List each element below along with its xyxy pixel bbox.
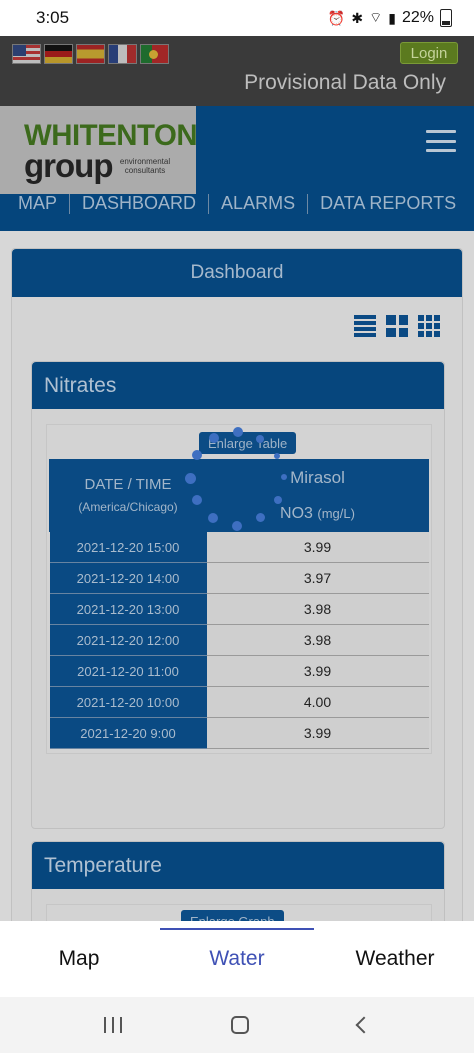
battery-icon (440, 9, 452, 27)
table-row: 2021-12-20 9:00 3.99 (49, 717, 429, 749)
time-cell: 2021-12-20 14:00 (49, 562, 207, 594)
logo-line2: group (24, 147, 113, 184)
unit-label: (mg/L) (317, 505, 355, 521)
time-cell: 2021-12-20 12:00 (49, 624, 207, 656)
table-row: 2021-12-20 12:00 3.98 (49, 624, 429, 656)
table-row: 2021-12-20 13:00 3.98 (49, 593, 429, 625)
status-icons: ⏰ ✱ ⌔ ▮ 22% (328, 9, 452, 27)
view-toggle (354, 315, 440, 337)
us-flag-icon[interactable] (12, 44, 41, 64)
time-cell: 2021-12-20 9:00 (49, 717, 207, 749)
list-view-icon[interactable] (354, 315, 376, 337)
table-row: 2021-12-20 15:00 3.99 (49, 531, 429, 563)
table-row: 2021-12-20 11:00 3.99 (49, 655, 429, 687)
spain-flag-icon[interactable] (76, 44, 105, 64)
tab-water[interactable]: Water (158, 921, 316, 997)
back-icon[interactable] (355, 1016, 373, 1034)
value-cell: 4.00 (206, 686, 429, 718)
battery-percent: 22% (401, 9, 434, 26)
temperature-widget: Enlarge Graph (46, 904, 432, 921)
nav-item-alarms[interactable]: ALARMS (221, 193, 295, 214)
value-cell: 3.98 (206, 593, 429, 625)
logo[interactable]: WHITENTON group environmental consultant… (0, 106, 198, 194)
tab-map[interactable]: Map (0, 921, 158, 997)
bottom-tab-bar: Map Water Weather (0, 921, 474, 997)
enlarge-graph-button[interactable]: Enlarge Graph (181, 910, 284, 921)
time-cell: 2021-12-20 11:00 (49, 655, 207, 687)
loading-spinner-icon (185, 427, 288, 533)
germany-flag-icon[interactable] (44, 44, 73, 64)
value-cell: 3.98 (206, 624, 429, 656)
signal-icon: ▮ (388, 9, 396, 26)
nav-divider (69, 193, 71, 214)
temperature-title: Temperature (32, 842, 444, 889)
provisional-notice: Provisional Data Only (244, 71, 446, 94)
time-cell: 2021-12-20 13:00 (49, 593, 207, 625)
logo-subtitle: environmental consultants (119, 157, 171, 175)
nav-divider (208, 193, 210, 214)
home-icon[interactable] (230, 1016, 249, 1034)
value-cell: 3.97 (206, 562, 429, 594)
dashboard-card: Dashboard Nitrates DATE / TIME (America/… (11, 248, 463, 921)
value-cell: 3.99 (206, 531, 429, 563)
system-nav-bar (0, 997, 474, 1053)
temperature-panel: Temperature Enlarge Graph (31, 841, 445, 921)
nav-item-map[interactable]: MAP (18, 193, 57, 214)
brand-bar: WHITENTON group environmental consultant… (0, 106, 474, 231)
status-bar: 3:05 ⏰ ✱ ⌔ ▮ 22% (0, 0, 474, 36)
nav-item-data-reports[interactable]: DATA REPORTS (320, 193, 456, 214)
top-bar: Login Provisional Data Only (0, 36, 474, 106)
nav-divider (307, 193, 309, 214)
time-cell: 2021-12-20 15:00 (49, 531, 207, 563)
table-row: 2021-12-20 10:00 4.00 (49, 686, 429, 718)
date-time-label: DATE / TIME (84, 475, 172, 493)
table-row: 2021-12-20 14:00 3.97 (49, 562, 429, 594)
tab-weather[interactable]: Weather (316, 921, 474, 997)
menu-icon[interactable] (426, 130, 456, 152)
page-content[interactable]: Dashboard Nitrates DATE / TIME (America/… (0, 231, 474, 921)
login-button[interactable]: Login (400, 42, 458, 64)
value-cell: 3.99 (206, 655, 429, 687)
date-time-header: DATE / TIME (America/Chicago) (49, 459, 207, 532)
status-time: 3:05 (36, 8, 70, 27)
grid-4-view-icon[interactable] (386, 315, 408, 337)
alarm-icon: ⏰ (327, 9, 346, 26)
language-flags (12, 44, 169, 64)
bluetooth-icon: ✱ (351, 9, 364, 26)
recents-icon[interactable] (104, 1017, 123, 1033)
time-cell: 2021-12-20 10:00 (49, 686, 207, 718)
france-flag-icon[interactable] (108, 44, 137, 64)
grid-9-view-icon[interactable] (418, 315, 440, 337)
value-cell: 3.99 (206, 717, 429, 749)
portugal-flag-icon[interactable] (140, 44, 169, 64)
dashboard-title: Dashboard (12, 249, 462, 297)
nitrates-title: Nitrates (32, 362, 444, 409)
wifi-icon: ⌔ (369, 9, 383, 25)
nav-item-dashboard[interactable]: DASHBOARD (82, 193, 196, 214)
timezone-label: (America/Chicago) (78, 499, 178, 514)
main-nav: MAP DASHBOARD ALARMS DATA REPORTS (18, 193, 456, 214)
